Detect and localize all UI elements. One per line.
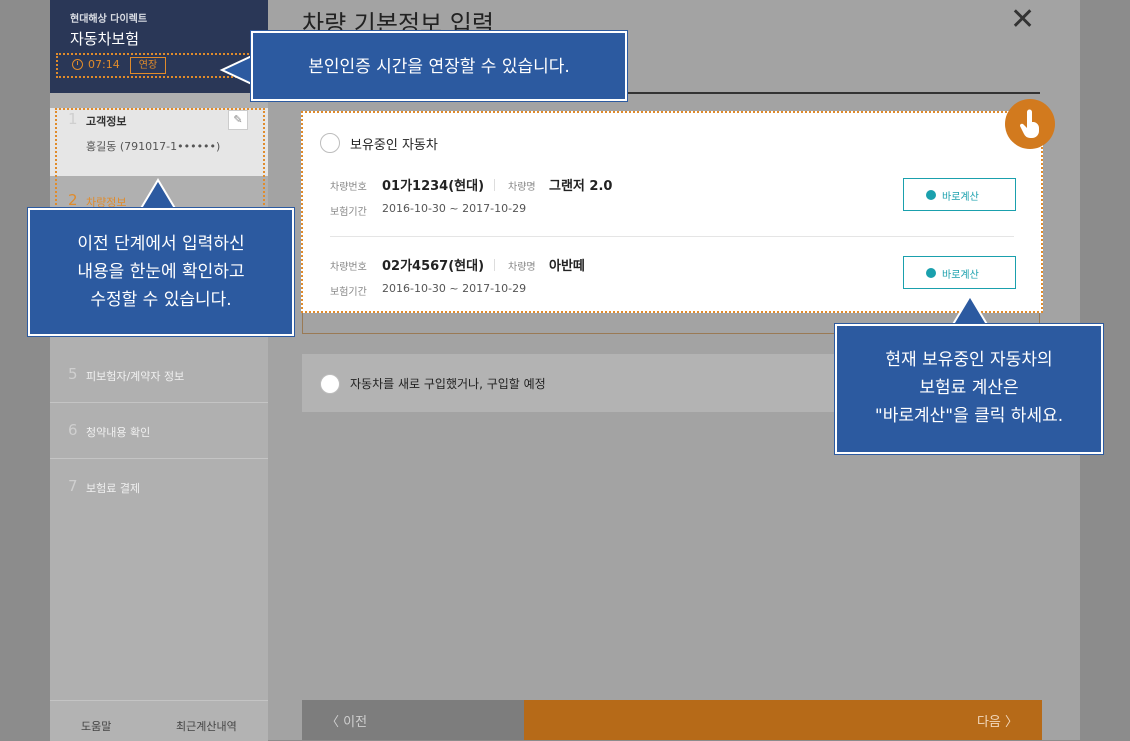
plate-key: 차량번호 — [330, 182, 367, 193]
calc-callout-line: 현재 보유중인 자동차의 — [885, 350, 1053, 370]
edit-callout: 이전 단계에서 입력하신 내용을 한눈에 확인하고 수정할 수 있습니다. — [28, 208, 294, 336]
step-number: 7 — [68, 477, 78, 495]
period-value: 2016-10-30 ~ 2017-10-29 — [382, 282, 527, 295]
quick-calc-button[interactable]: 바로계산 — [903, 256, 1016, 289]
edit-callout-line: 수정할 수 있습니다. — [90, 290, 232, 310]
step-label: 청약내용 확인 — [86, 426, 151, 439]
period-key: 보험기간 — [330, 207, 367, 218]
clock-icon — [926, 268, 936, 278]
edit-callout-line: 내용을 한눈에 확인하고 — [77, 262, 245, 282]
quick-calc-label: 바로계산 — [942, 270, 979, 281]
step-number: 6 — [68, 421, 78, 439]
step-label: 보험료 결제 — [86, 482, 141, 495]
callout-arrow — [138, 178, 178, 211]
quick-calc-button[interactable]: 바로계산 — [903, 178, 1016, 211]
prev-label: 〈 이전 — [326, 715, 368, 730]
extend-button[interactable]: 연장 — [130, 57, 166, 74]
calc-callout-line: 보험료 계산은 — [919, 378, 1019, 398]
owned-vehicle-radio[interactable] — [320, 133, 340, 153]
clock-icon — [72, 59, 83, 70]
help-link[interactable]: 도움말 — [81, 718, 111, 734]
vehicle-name-key: 차량명 — [508, 182, 536, 193]
vehicle-name-key: 차량명 — [508, 262, 536, 273]
row-divider — [330, 236, 1014, 237]
timer-callout-text: 본인인증 시간을 연장할 수 있습니다. — [308, 57, 570, 77]
new-vehicle-radio[interactable] — [320, 374, 340, 394]
plate-value: 02가4567(현대) — [382, 259, 485, 274]
close-icon[interactable]: ✕ — [1010, 0, 1035, 40]
vehicle-name-value: 그랜저 2.0 — [549, 179, 613, 194]
callout-arrow — [950, 294, 990, 327]
next-label: 다음 〉 — [976, 715, 1018, 730]
prev-button[interactable]: 〈 이전 — [302, 700, 524, 740]
clock-icon — [926, 190, 936, 200]
sidebar-item-payment[interactable] — [50, 458, 268, 514]
product-title: 자동차보험 — [70, 30, 140, 48]
step-number: 5 — [68, 365, 78, 383]
tap-hand-icon — [1005, 99, 1055, 149]
calc-callout: 현재 보유중인 자동차의 보험료 계산은 "바로계산"을 클릭 하세요. — [835, 324, 1103, 454]
separator — [494, 259, 495, 271]
plate-key: 차량번호 — [330, 262, 367, 273]
next-button[interactable]: 다음 〉 — [524, 700, 1042, 740]
recent-calc-link[interactable]: 최근계산내역 — [176, 718, 237, 734]
session-timer: 07:14 — [88, 58, 120, 71]
company-name: 현대해상 다이렉트 — [70, 14, 148, 25]
calc-callout-line: "바로계산"을 클릭 하세요. — [874, 406, 1064, 426]
vehicle-name-value: 아반떼 — [549, 259, 585, 274]
quick-calc-label: 바로계산 — [942, 192, 979, 203]
owned-vehicle-label: 보유중인 자동차 — [350, 138, 438, 153]
sidebar-item-review[interactable] — [50, 402, 268, 459]
separator — [494, 179, 495, 191]
plate-value: 01가1234(현대) — [382, 179, 485, 194]
period-key: 보험기간 — [330, 287, 367, 298]
step-label: 피보험자/계약자 정보 — [86, 370, 185, 383]
edit-callout-line: 이전 단계에서 입력하신 — [77, 234, 245, 254]
timer-callout: 본인인증 시간을 연장할 수 있습니다. — [251, 31, 627, 101]
new-vehicle-label: 자동차를 새로 구입했거나, 구입할 예정 — [350, 377, 546, 391]
period-value: 2016-10-30 ~ 2017-10-29 — [382, 202, 527, 215]
